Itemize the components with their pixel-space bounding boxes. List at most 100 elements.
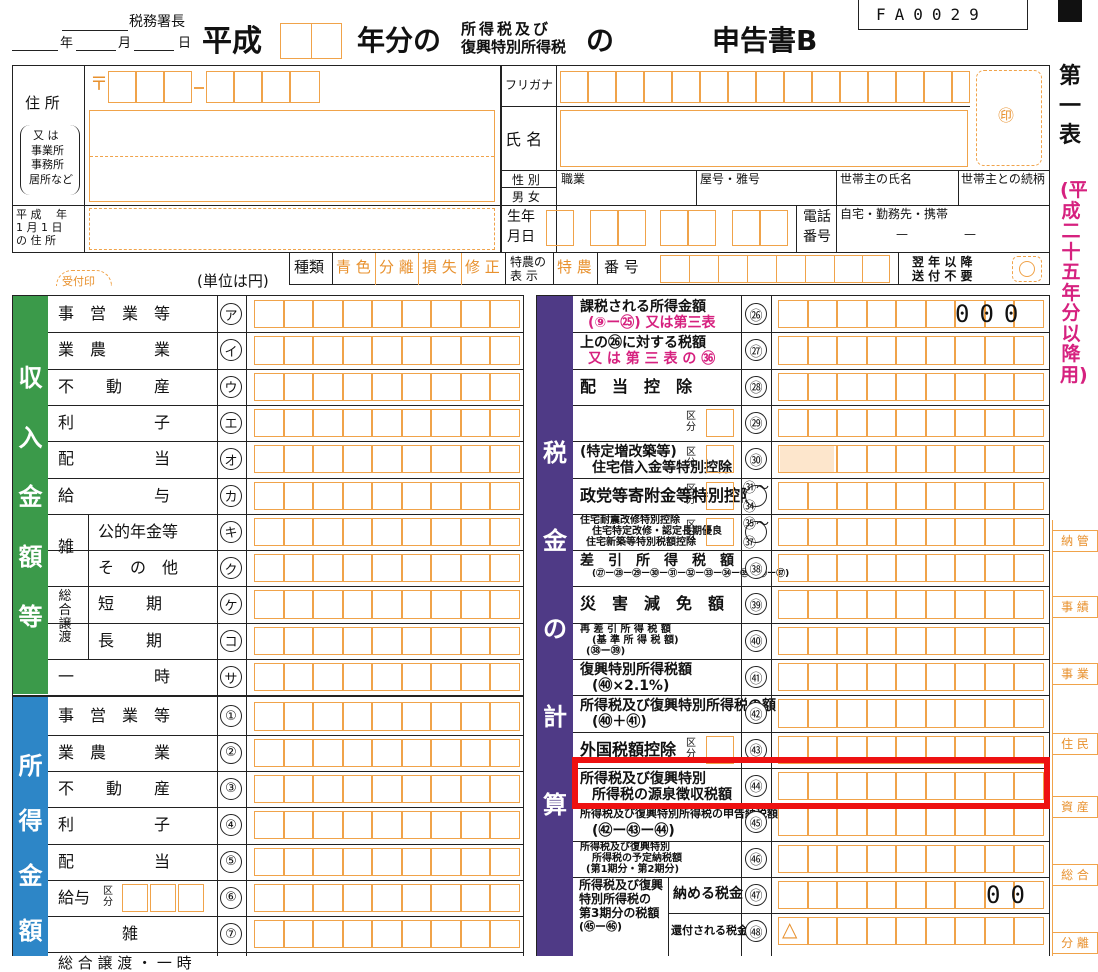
amount-digit-cell[interactable] bbox=[401, 702, 432, 731]
amount-digit-cell[interactable] bbox=[254, 663, 284, 692]
kubun-cell[interactable] bbox=[122, 883, 148, 913]
amount-digit-cell[interactable] bbox=[283, 920, 314, 949]
amount-digit-cell[interactable] bbox=[490, 626, 520, 655]
amount-digit-cell[interactable] bbox=[866, 844, 897, 873]
amount-digit-cell[interactable] bbox=[254, 738, 284, 767]
amount-digit-cell[interactable] bbox=[401, 554, 432, 583]
tokuno-option[interactable]: 特 農 bbox=[557, 260, 592, 275]
amount-digit-cell[interactable] bbox=[342, 663, 373, 692]
amount-digit-cell[interactable] bbox=[490, 336, 520, 365]
amount-digit-cell[interactable] bbox=[372, 663, 402, 692]
amount-digit-cell[interactable] bbox=[837, 917, 867, 946]
amount-digit-cell[interactable] bbox=[925, 808, 956, 837]
amount-digit-cell[interactable] bbox=[807, 917, 838, 946]
amount-digit-cell[interactable] bbox=[460, 590, 491, 619]
amount-digit-cell[interactable] bbox=[401, 590, 432, 619]
amount-digit-cell[interactable] bbox=[837, 880, 867, 910]
amount-digit-cell[interactable] bbox=[1014, 844, 1044, 873]
amount-digit-cell[interactable] bbox=[955, 590, 985, 619]
amount-digit-cell[interactable] bbox=[837, 663, 867, 692]
tax-kubun-cell[interactable] bbox=[706, 445, 734, 474]
amount-digit-cell[interactable] bbox=[984, 808, 1015, 837]
amount-digit-cell[interactable] bbox=[925, 445, 956, 474]
amount-digit-cell[interactable] bbox=[313, 517, 343, 547]
amount-digit-cell[interactable] bbox=[1014, 699, 1044, 728]
amount-digit-cell[interactable] bbox=[313, 738, 343, 767]
amount-digit-cell[interactable] bbox=[1014, 481, 1044, 510]
amount-digit-cell[interactable] bbox=[807, 880, 838, 910]
amount-digit-cell[interactable] bbox=[955, 517, 985, 547]
amount-digit-cell[interactable] bbox=[807, 481, 838, 510]
amount-digit-cell[interactable] bbox=[283, 626, 314, 655]
amount-digit-cell[interactable] bbox=[254, 554, 284, 583]
amount-digit-cell[interactable] bbox=[283, 336, 314, 365]
amount-digit-cell[interactable] bbox=[313, 445, 343, 474]
amount-digit-cell[interactable] bbox=[254, 702, 284, 731]
amount-digit-cell[interactable] bbox=[254, 372, 284, 401]
amount-digit-cell[interactable] bbox=[460, 883, 491, 913]
amount-digit-cell[interactable] bbox=[401, 300, 432, 329]
amount-digit-cell[interactable] bbox=[372, 847, 402, 876]
amount-digit-cell[interactable] bbox=[372, 774, 402, 804]
amount-digit-cell[interactable] bbox=[431, 590, 461, 619]
amount-digit-cell[interactable] bbox=[254, 920, 284, 949]
amount-digit-cell[interactable] bbox=[460, 702, 491, 731]
amount-digit-cell[interactable] bbox=[342, 372, 373, 401]
amount-digit-cell[interactable] bbox=[778, 408, 808, 438]
amount-digit-cell[interactable] bbox=[837, 300, 867, 329]
amount-digit-cell[interactable] bbox=[837, 554, 867, 583]
amount-digit-cell[interactable] bbox=[313, 883, 343, 913]
amount-digit-cell[interactable] bbox=[925, 300, 956, 329]
amount-digit-cell[interactable] bbox=[778, 372, 808, 401]
amount-digit-cell[interactable] bbox=[283, 883, 314, 913]
amount-digit-cell[interactable] bbox=[778, 880, 808, 910]
amount-digit-cell[interactable] bbox=[925, 880, 956, 910]
amount-digit-cell[interactable] bbox=[342, 517, 373, 547]
amount-digit-cell[interactable] bbox=[807, 554, 838, 583]
amount-digit-cell[interactable] bbox=[313, 626, 343, 655]
amount-digit-cell[interactable] bbox=[778, 808, 808, 837]
kind-option-separate[interactable]: 分 離 bbox=[379, 260, 414, 275]
amount-digit-cell[interactable] bbox=[283, 774, 314, 804]
amount-digit-cell[interactable] bbox=[490, 702, 520, 731]
amount-digit-cell[interactable] bbox=[342, 774, 373, 804]
amount-digit-cell[interactable] bbox=[955, 626, 985, 655]
amount-digit-cell[interactable] bbox=[778, 300, 808, 329]
amount-digit-cell[interactable] bbox=[955, 445, 985, 474]
amount-digit-cell[interactable] bbox=[955, 336, 985, 365]
amount-digit-cell[interactable] bbox=[925, 517, 956, 547]
amount-digit-cell[interactable] bbox=[313, 774, 343, 804]
amount-digit-cell[interactable] bbox=[431, 554, 461, 583]
amount-digit-cell[interactable] bbox=[401, 336, 432, 365]
amount-digit-cell[interactable] bbox=[1014, 408, 1044, 438]
amount-digit-cell[interactable] bbox=[460, 517, 491, 547]
amount-digit-cell[interactable] bbox=[778, 663, 808, 692]
amount-digit-cell[interactable] bbox=[1014, 517, 1044, 547]
amount-digit-cell[interactable] bbox=[372, 481, 402, 510]
amount-digit-cell[interactable] bbox=[372, 626, 402, 655]
amount-digit-cell[interactable] bbox=[401, 372, 432, 401]
amount-digit-cell[interactable] bbox=[460, 445, 491, 474]
amount-digit-cell[interactable] bbox=[807, 808, 838, 837]
amount-digit-cell[interactable] bbox=[254, 481, 284, 510]
amount-digit-cell[interactable] bbox=[342, 445, 373, 474]
amount-digit-cell[interactable] bbox=[984, 517, 1015, 547]
jan1-address-input[interactable] bbox=[89, 208, 495, 250]
amount-digit-cell[interactable] bbox=[925, 663, 956, 692]
amount-digit-cell[interactable] bbox=[401, 408, 432, 438]
amount-digit-cell[interactable] bbox=[955, 880, 985, 910]
amount-digit-cell[interactable] bbox=[837, 517, 867, 547]
amount-digit-cell[interactable] bbox=[984, 372, 1015, 401]
amount-digit-cell[interactable] bbox=[984, 336, 1015, 365]
amount-digit-cell[interactable] bbox=[283, 445, 314, 474]
amount-digit-cell[interactable] bbox=[896, 917, 926, 946]
amount-digit-cell[interactable] bbox=[955, 917, 985, 946]
amount-digit-cell[interactable] bbox=[431, 481, 461, 510]
amount-digit-cell[interactable] bbox=[460, 738, 491, 767]
amount-digit-cell[interactable] bbox=[254, 590, 284, 619]
amount-digit-cell[interactable] bbox=[490, 883, 520, 913]
amount-digit-cell[interactable] bbox=[254, 774, 284, 804]
amount-digit-cell[interactable] bbox=[283, 300, 314, 329]
amount-digit-cell[interactable] bbox=[778, 481, 808, 510]
amount-digit-cell[interactable] bbox=[460, 300, 491, 329]
